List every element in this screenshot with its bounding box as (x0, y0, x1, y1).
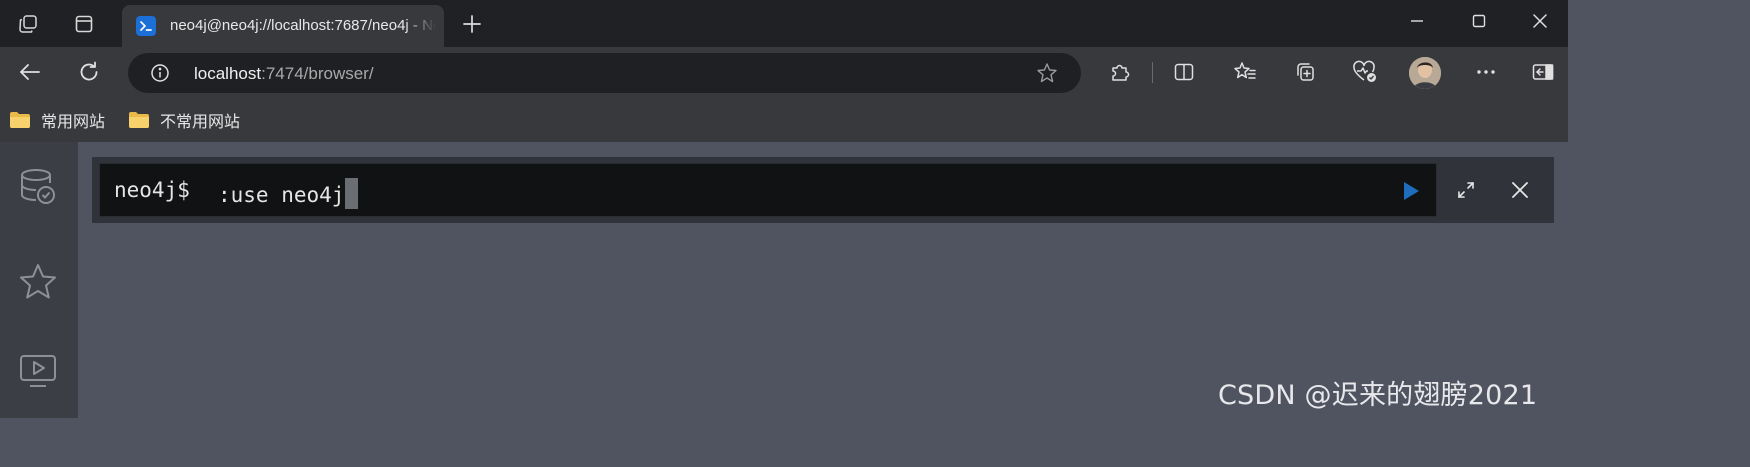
maximize-icon[interactable] (1457, 6, 1501, 36)
editor-frame: neo4j$ :use neo4j (92, 157, 1554, 223)
title-bar: neo4j@neo4j://localhost:7687/neo4j - Neo… (0, 0, 1568, 47)
tab-actions-icon[interactable] (68, 8, 100, 40)
close-editor-icon[interactable] (1507, 177, 1533, 203)
workspaces-icon[interactable] (12, 8, 44, 40)
url-text[interactable]: localhost:7474/browser/ (194, 64, 374, 84)
address-bar[interactable]: localhost:7474/browser/ (128, 53, 1081, 93)
database-icon[interactable] (17, 166, 59, 208)
sidebar-toggle-icon[interactable] (1527, 56, 1559, 88)
folder-icon (129, 112, 149, 128)
browser-essentials-icon[interactable] (1349, 56, 1381, 88)
play-icon[interactable] (1400, 180, 1422, 202)
bookmark-label: 不常用网站 (160, 112, 241, 131)
guides-play-icon[interactable] (17, 350, 59, 392)
collections-icon[interactable] (1289, 56, 1321, 88)
tab-neo4j-browser[interactable]: neo4j@neo4j://localhost:7687/neo4j - Neo… (122, 5, 444, 47)
browser-toolbar: localhost:7474/browser/ (0, 47, 1568, 98)
site-info-icon[interactable] (150, 63, 170, 83)
toolbar-divider (1152, 62, 1153, 83)
refresh-icon[interactable] (73, 56, 105, 88)
command-text: :use neo4j (218, 183, 345, 207)
bookmarks-bar: 常用网站 不常用网站 (0, 98, 1568, 142)
more-icon[interactable] (1470, 56, 1502, 88)
bookmark-label: 常用网站 (41, 112, 106, 131)
neo4j-sidebar (0, 142, 78, 418)
bookmark-folder-uncommon[interactable]: 不常用网站 (128, 109, 240, 131)
bookmark-folder-common[interactable]: 常用网站 (9, 109, 105, 131)
text-cursor (345, 178, 359, 209)
terminal-icon (136, 16, 156, 36)
csdn-watermark: CSDN @迟来的翅膀2021 (1218, 380, 1538, 411)
back-icon[interactable] (14, 56, 46, 88)
new-tab-icon[interactable] (456, 8, 488, 40)
editor-command[interactable]: :use neo4j (218, 178, 359, 209)
url-host: localhost (194, 64, 262, 83)
folder-icon (10, 112, 30, 128)
url-path: :7474/browser/ (261, 64, 374, 83)
split-screen-icon[interactable] (1168, 56, 1200, 88)
favorites-star-icon[interactable] (17, 261, 59, 303)
cypher-editor[interactable]: neo4j$ :use neo4j (99, 163, 1437, 217)
editor-prompt: neo4j$ (114, 178, 190, 202)
add-favorite-star-icon[interactable] (1036, 62, 1058, 84)
favorites-icon[interactable] (1229, 56, 1261, 88)
maximize-editor-icon[interactable] (1453, 177, 1479, 203)
tab-title: neo4j@neo4j://localhost:7687/neo4j - Neo… (170, 17, 436, 34)
extensions-icon[interactable] (1104, 56, 1136, 88)
profile-avatar[interactable] (1409, 57, 1441, 89)
close-icon[interactable] (1518, 6, 1562, 36)
minimize-icon[interactable] (1395, 6, 1439, 36)
